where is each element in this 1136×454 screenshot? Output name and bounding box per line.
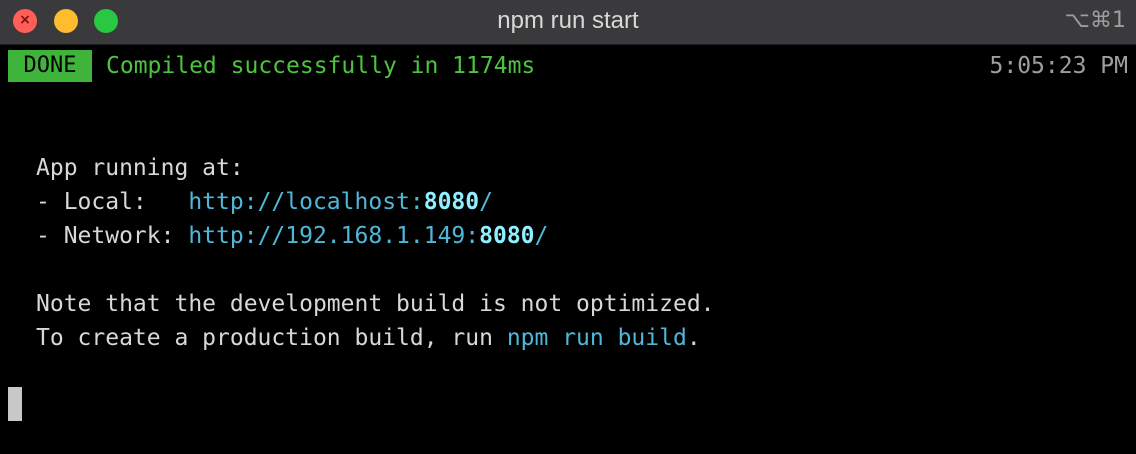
network-port[interactable]: 8080 [479, 223, 534, 249]
tab-shortcut: ⌥⌘1 [1064, 8, 1126, 33]
local-url-suffix[interactable]: / [479, 189, 493, 215]
app-running-text: App running at: [36, 155, 244, 181]
local-url-prefix[interactable]: http://localhost: [188, 189, 423, 215]
production-build-line: To create a production build, run npm ru… [36, 321, 701, 355]
production-build-period: . [686, 325, 701, 351]
timestamp: 5:05:23 PM [989, 53, 1128, 79]
app-running-heading: App running at: [36, 151, 244, 185]
local-label: - Local: [36, 189, 189, 215]
note-line: Note that the development build is not o… [36, 287, 715, 321]
note-text: Note that the development build is not o… [36, 291, 715, 317]
network-url-line: - Network: http://192.168.1.149:8080/ [36, 219, 548, 253]
network-url-prefix[interactable]: http://192.168.1.149: [188, 223, 479, 249]
local-url-line: - Local: http://localhost:8080/ [36, 185, 493, 219]
network-label: - Network: [36, 223, 189, 249]
local-port[interactable]: 8080 [424, 189, 479, 215]
window-title: npm run start [497, 7, 639, 34]
build-command: npm run build [506, 325, 687, 351]
compile-message: Compiled successfully in 1174ms [106, 53, 536, 79]
status-badge: DONE [8, 50, 92, 82]
network-url-suffix[interactable]: / [535, 223, 549, 249]
terminal-cursor [8, 387, 22, 421]
terminal-output[interactable]: DONE Compiled successfully in 1174ms 5:0… [0, 45, 1136, 454]
terminal-window: × npm run start ⌥⌘1 DONE Compiled succes… [0, 0, 1136, 454]
title-bar[interactable]: × npm run start ⌥⌘1 [0, 0, 1136, 45]
production-build-text: To create a production build, run [36, 325, 507, 351]
